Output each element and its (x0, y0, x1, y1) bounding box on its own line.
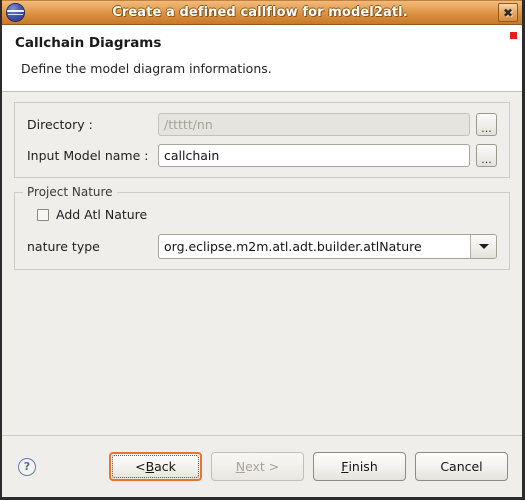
project-nature-group: Project Nature Add Atl Nature nature typ… (14, 185, 510, 270)
close-button[interactable]: ✖ (498, 3, 518, 22)
nature-type-value: org.eclipse.m2m.atl.adt.builder.atlNatur… (164, 239, 422, 254)
page-title: Callchain Diagrams (15, 35, 162, 51)
add-atl-nature-checkbox[interactable] (37, 208, 49, 221)
directory-label: Directory : (27, 117, 93, 132)
directory-row: Directory : /ttttt/nn ... (27, 113, 497, 136)
cancel-button[interactable]: Cancel (415, 452, 508, 481)
back-button[interactable]: < Back (109, 452, 202, 481)
wizard-header: Callchain Diagrams Define the model diag… (2, 25, 522, 92)
model-location-group: Directory : /ttttt/nn ... Input Model na… (14, 102, 510, 178)
project-nature-group-title: Project Nature (23, 185, 117, 199)
error-marker-icon (510, 32, 517, 39)
back-button-prefix: < (135, 459, 146, 474)
close-icon: ✖ (502, 5, 514, 20)
input-model-row: Input Model name : callchain ... (27, 144, 497, 167)
input-model-label: Input Model name : (27, 148, 149, 163)
next-button-mnemonic: N (235, 459, 246, 474)
nature-type-combo[interactable]: org.eclipse.m2m.atl.adt.builder.atlNatur… (158, 234, 497, 259)
next-button[interactable]: Next > (211, 452, 304, 481)
chevron-down-glyph (478, 244, 489, 249)
dialog-footer: ? < Back Next > Finish Cancel (2, 435, 522, 497)
input-model-input[interactable]: callchain (158, 144, 470, 167)
back-button-mnemonic: B (145, 459, 155, 474)
nature-type-label: nature type (27, 239, 100, 254)
dialog-body: Directory : /ttttt/nn ... Input Model na… (2, 92, 522, 435)
back-button-suffix: ack (154, 459, 176, 474)
page-description: Define the model diagram informations. (21, 61, 272, 76)
dialog-window: Create a defined callflow for model2atl.… (0, 0, 525, 500)
cancel-button-label: Cancel (440, 459, 483, 474)
add-atl-nature-label: Add Atl Nature (56, 207, 148, 222)
finish-button-mnemonic: F (341, 459, 349, 474)
input-model-browse-button[interactable]: ... (476, 144, 497, 167)
next-button-suffix: ext > (245, 459, 280, 474)
nature-type-row: nature type org.eclipse.m2m.atl.adt.buil… (27, 234, 497, 259)
chevron-down-icon[interactable] (470, 235, 496, 258)
window-title: Create a defined callflow for model2atl. (112, 5, 408, 20)
directory-input[interactable]: /ttttt/nn (158, 113, 470, 136)
directory-browse-button[interactable]: ... (476, 113, 497, 136)
eclipse-globe-icon (7, 4, 24, 21)
add-atl-nature-row[interactable]: Add Atl Nature (37, 207, 497, 222)
finish-button-suffix: inish (348, 459, 378, 474)
title-bar: Create a defined callflow for model2atl.… (2, 0, 522, 25)
finish-button[interactable]: Finish (313, 452, 406, 481)
help-icon[interactable]: ? (18, 457, 36, 476)
